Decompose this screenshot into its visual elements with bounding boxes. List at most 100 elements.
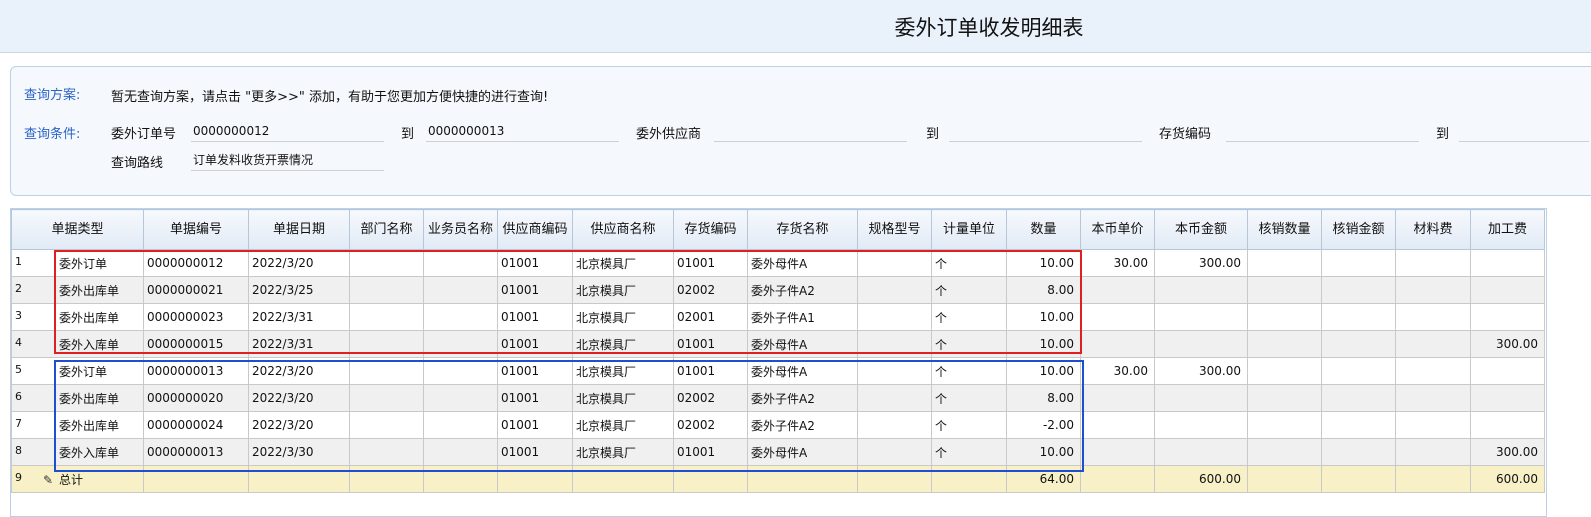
cell-sales[interactable] — [423, 330, 498, 358]
cell-inv_code[interactable]: 01001 — [673, 249, 748, 277]
query-route-field[interactable]: 订单发料收货开票情况 — [191, 151, 384, 171]
cell-date[interactable]: 2022/3/20 — [248, 357, 350, 385]
cell-type[interactable]: 7 委外出库单 — [11, 411, 144, 439]
cell-v_qty[interactable] — [1247, 384, 1322, 412]
cell-proc[interactable] — [1470, 357, 1545, 385]
cell-v_amt[interactable] — [1321, 438, 1396, 466]
cell-proc[interactable] — [1470, 411, 1545, 439]
cell-no[interactable]: 0000000024 — [143, 411, 249, 439]
cell-date[interactable]: 2022/3/20 — [248, 384, 350, 412]
cell-inv_code[interactable]: 02001 — [673, 303, 748, 331]
cell-v_amt[interactable] — [1321, 276, 1396, 304]
cell-unit[interactable]: 个 — [931, 303, 1007, 331]
cell-inv_name[interactable]: 委外子件A2 — [747, 411, 858, 439]
cell-inv_name[interactable]: 委外母件A — [747, 330, 858, 358]
cell-sup_code[interactable]: 01001 — [497, 330, 573, 358]
table-row[interactable]: 6 委外出库单 0000000020 2022/3/20 01001 北京模具厂 02002… — [11, 384, 1545, 412]
cell-amount[interactable] — [1154, 303, 1248, 331]
cell-v_qty[interactable] — [1247, 411, 1322, 439]
cell-inv_code[interactable]: 02002 — [673, 276, 748, 304]
cell-qty[interactable]: 10.00 — [1006, 303, 1081, 331]
column-header[interactable]: 材料费 — [1395, 209, 1471, 250]
cell-spec[interactable] — [857, 411, 932, 439]
cell-inv_code[interactable]: 02002 — [673, 411, 748, 439]
cell-sup_code[interactable]: 01001 — [497, 384, 573, 412]
cell-v_amt[interactable] — [1321, 303, 1396, 331]
cell-inv_name[interactable]: 委外母件A — [747, 249, 858, 277]
column-header[interactable]: 存货名称 — [747, 209, 858, 250]
cell-sales[interactable] — [423, 249, 498, 277]
cell-spec[interactable] — [857, 249, 932, 277]
cell-v_amt[interactable] — [1321, 330, 1396, 358]
cell-unit[interactable]: 个 — [931, 384, 1007, 412]
cell-v_qty[interactable] — [1247, 249, 1322, 277]
cell-mat[interactable] — [1395, 438, 1471, 466]
cell-proc[interactable] — [1470, 303, 1545, 331]
cell-v_qty[interactable] — [1247, 330, 1322, 358]
column-header[interactable]: 供应商名称 — [572, 209, 674, 250]
cell-mat[interactable] — [1395, 249, 1471, 277]
order-no-from-field[interactable]: 0000000012 — [191, 122, 384, 142]
cell-date[interactable]: 2022/3/31 — [248, 303, 350, 331]
cell-dept[interactable] — [349, 249, 424, 277]
column-header[interactable]: 核销数量 — [1247, 209, 1322, 250]
table-row[interactable]: 1 委外订单 0000000012 2022/3/20 01001 北京模具厂 01001 委… — [11, 249, 1545, 277]
cell-sup_code[interactable]: 01001 — [497, 276, 573, 304]
cell-no[interactable]: 0000000013 — [143, 357, 249, 385]
cell-sup_name[interactable]: 北京模具厂 — [572, 330, 674, 358]
cell-inv_name[interactable]: 委外子件A2 — [747, 276, 858, 304]
table-row[interactable]: 4 委外入库单 0000000015 2022/3/31 01001 北京模具厂 01001… — [11, 330, 1545, 358]
cell-spec[interactable] — [857, 276, 932, 304]
cell-sales[interactable] — [423, 438, 498, 466]
cell-qty[interactable]: 10.00 — [1006, 330, 1081, 358]
cell-sales[interactable] — [423, 276, 498, 304]
cell-qty[interactable]: 10.00 — [1006, 249, 1081, 277]
cell-amount[interactable] — [1154, 384, 1248, 412]
cell-sup_name[interactable]: 北京模具厂 — [572, 303, 674, 331]
column-header[interactable]: 核销金额 — [1321, 209, 1396, 250]
column-header[interactable]: 加工费 — [1470, 209, 1545, 250]
cell-inv_code[interactable]: 01001 — [673, 330, 748, 358]
table-row[interactable]: 7 委外出库单 0000000024 2022/3/20 01001 北京模具厂 02002… — [11, 411, 1545, 439]
cell-no[interactable]: 0000000013 — [143, 438, 249, 466]
cell-type[interactable]: 2 委外出库单 — [11, 276, 144, 304]
cell-v_amt[interactable] — [1321, 249, 1396, 277]
cell-sup_name[interactable]: 北京模具厂 — [572, 438, 674, 466]
cell-amount[interactable] — [1154, 438, 1248, 466]
column-header[interactable]: 计量单位 — [931, 209, 1007, 250]
cell-no[interactable]: 0000000023 — [143, 303, 249, 331]
cell-spec[interactable] — [857, 384, 932, 412]
cell-dept[interactable] — [349, 276, 424, 304]
cell-spec[interactable] — [857, 357, 932, 385]
cell-no[interactable]: 0000000021 — [143, 276, 249, 304]
cell-sup_code[interactable]: 01001 — [497, 303, 573, 331]
cell-sup_name[interactable]: 北京模具厂 — [572, 411, 674, 439]
cell-sup_code[interactable]: 01001 — [497, 411, 573, 439]
cell-qty[interactable]: 8.00 — [1006, 276, 1081, 304]
column-header[interactable]: 本币单价 — [1080, 209, 1155, 250]
cell-dept[interactable] — [349, 330, 424, 358]
cell-dept[interactable] — [349, 303, 424, 331]
cell-type[interactable]: 4 委外入库单 — [11, 330, 144, 358]
cell-proc[interactable]: 300.00 — [1470, 330, 1545, 358]
cell-sup_code[interactable]: 01001 — [497, 249, 573, 277]
column-header[interactable]: 供应商编码 — [497, 209, 573, 250]
cell-price[interactable] — [1080, 411, 1155, 439]
cell-v_amt[interactable] — [1321, 384, 1396, 412]
cell-sup_name[interactable]: 北京模具厂 — [572, 357, 674, 385]
cell-inv_name[interactable]: 委外子件A2 — [747, 384, 858, 412]
cell-proc[interactable] — [1470, 276, 1545, 304]
cell-dept[interactable] — [349, 357, 424, 385]
table-row[interactable]: 2 委外出库单 0000000021 2022/3/25 01001 北京模具厂 02002… — [11, 276, 1545, 304]
cell-inv_name[interactable]: 委外母件A — [747, 357, 858, 385]
cell-no[interactable]: 0000000012 — [143, 249, 249, 277]
cell-sup_name[interactable]: 北京模具厂 — [572, 249, 674, 277]
column-header[interactable]: 本币金额 — [1154, 209, 1248, 250]
cell-mat[interactable] — [1395, 384, 1471, 412]
cell-amount[interactable] — [1154, 276, 1248, 304]
cell-qty[interactable]: 8.00 — [1006, 384, 1081, 412]
table-row[interactable]: 3 委外出库单 0000000023 2022/3/31 01001 北京模具厂 02001… — [11, 303, 1545, 331]
cell-unit[interactable]: 个 — [931, 330, 1007, 358]
cell-date[interactable]: 2022/3/20 — [248, 249, 350, 277]
cell-date[interactable]: 2022/3/30 — [248, 438, 350, 466]
